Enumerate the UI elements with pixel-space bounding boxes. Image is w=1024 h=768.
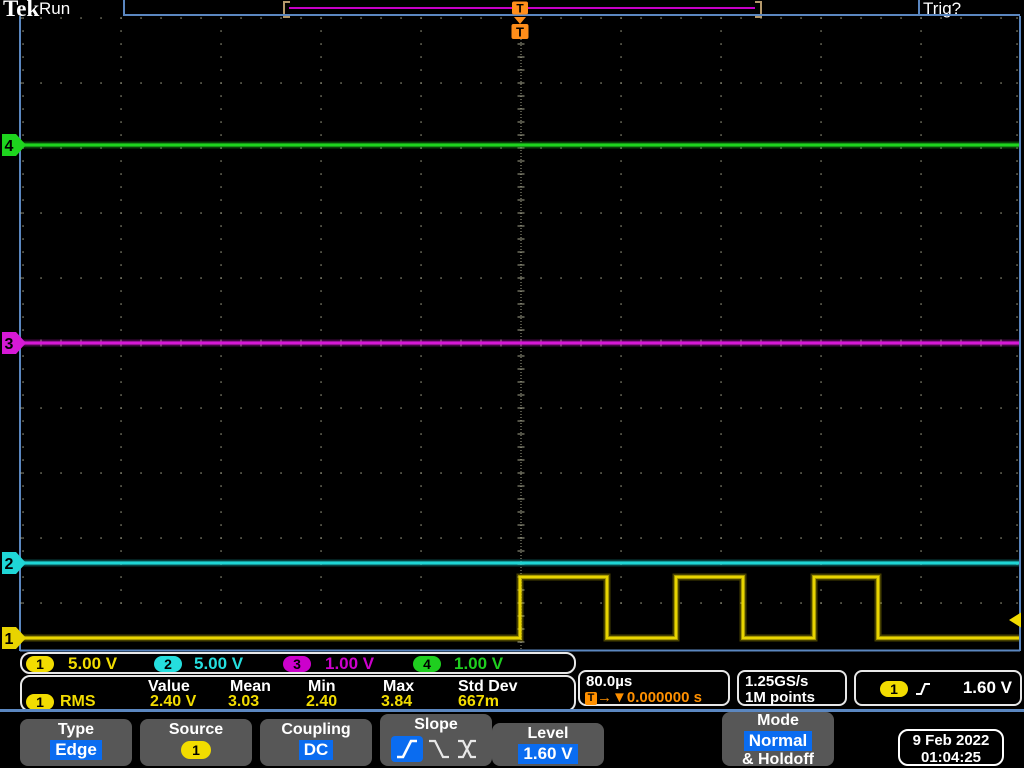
channel3-scale: 1.00 V xyxy=(325,654,375,673)
menu-mode-suffix: & Holdoff xyxy=(742,751,814,768)
channel2-badge[interactable]: 2 xyxy=(154,656,182,672)
svg-text:T: T xyxy=(516,2,524,16)
channel2-position-marker[interactable]: 2 xyxy=(2,552,26,574)
slope-rising-selected[interactable] xyxy=(391,736,423,762)
horizontal-readout: 80.0µs T →▼0.000000 s xyxy=(578,670,730,706)
svg-text:3: 3 xyxy=(5,336,14,353)
trace-ch1 xyxy=(21,573,1019,642)
horizontal-position: T →▼0.000000 s xyxy=(585,689,702,706)
record-length: 1M points xyxy=(745,689,815,706)
datetime-display: 9 Feb 2022 01:04:25 xyxy=(898,729,1004,766)
svg-text:2: 2 xyxy=(5,556,14,573)
menu-coupling-label: Coupling xyxy=(281,721,351,738)
horizontal-position-value: 0.000000 s xyxy=(626,689,702,706)
channel3-position-marker[interactable]: 3 xyxy=(2,332,26,354)
channel1-scale: 5.00 V xyxy=(68,654,118,673)
sample-rate: 1.25GS/s xyxy=(745,673,809,690)
channel4-position-marker[interactable]: 4 xyxy=(2,134,26,156)
channel4-badge[interactable]: 4 xyxy=(413,656,441,672)
trigger-position-marker[interactable]: TT xyxy=(511,1,529,40)
acquisition-readout: 1.25GS/s 1M points xyxy=(737,670,847,706)
trigger-slope-rising-icon xyxy=(916,683,930,695)
channel1-badge[interactable]: 1 xyxy=(26,656,54,672)
channel4-scale: 1.00 V xyxy=(454,654,504,673)
channel2-scale: 5.00 V xyxy=(194,654,244,673)
menu-level-button[interactable]: Level 1.60 V xyxy=(492,723,604,766)
menu-level-label: Level xyxy=(527,725,569,742)
menu-mode-button[interactable]: Mode Normal & Holdoff xyxy=(722,712,834,768)
date-value: 9 Feb 2022 xyxy=(912,732,990,749)
slope-rising-icon xyxy=(397,739,417,759)
channel3-badge[interactable]: 3 xyxy=(283,656,311,672)
horizontal-scale: 80.0µs xyxy=(586,673,633,690)
trigger-readout: 1 1.60 V xyxy=(854,670,1022,706)
trigger-source-badge: 1 xyxy=(880,681,908,697)
trigger-level-value: 1.60 V xyxy=(962,678,1012,697)
slope-either-icon[interactable] xyxy=(455,737,481,761)
menu-separator xyxy=(0,709,1024,712)
oscilloscope-screen: Tek Run Trig? 1234TT 1 5.00 V 2 5.00 V 3… xyxy=(0,0,1024,768)
menu-slope-button[interactable]: Slope xyxy=(380,714,492,766)
menu-mode-value: Normal xyxy=(743,731,813,751)
meas-row-channel-badge: 1 xyxy=(26,694,54,710)
pointer-down-icon: ▼ xyxy=(612,689,627,706)
menu-source-label: Source xyxy=(168,721,224,738)
menu-type-label: Type xyxy=(57,721,95,738)
time-value: 01:04:25 xyxy=(920,749,982,766)
menu-slope-label: Slope xyxy=(414,716,458,733)
svg-text:T: T xyxy=(516,25,524,40)
svg-text:4: 4 xyxy=(5,138,14,155)
menu-type-value: Edge xyxy=(50,740,102,760)
menu-coupling-value: DC xyxy=(298,740,334,760)
graticule-grid xyxy=(20,17,1019,649)
slope-falling-icon[interactable] xyxy=(426,737,452,761)
measurement-table: Value Mean Min Max Std Dev 1 RMS 2.40 V … xyxy=(20,675,576,712)
menu-source-button[interactable]: Source 1 xyxy=(140,719,252,766)
channel1-position-marker[interactable]: 1 xyxy=(2,627,26,649)
menu-source-channel-badge: 1 xyxy=(181,741,211,759)
menu-level-value: 1.60 V xyxy=(518,744,578,764)
menu-type-button[interactable]: Type Edge xyxy=(20,719,132,766)
channel-scale-readout-bar: 1 5.00 V 2 5.00 V 3 1.00 V 4 1.00 V xyxy=(20,652,576,674)
menu-mode-label: Mode xyxy=(757,712,799,729)
menu-coupling-button[interactable]: Coupling DC xyxy=(260,719,372,766)
svg-text:1: 1 xyxy=(5,631,14,648)
trigger-level-arrow[interactable] xyxy=(1009,612,1021,628)
trigger-t-icon: T xyxy=(585,692,597,705)
arrow-right-icon: → xyxy=(597,689,612,706)
graticule-border xyxy=(19,16,1021,652)
